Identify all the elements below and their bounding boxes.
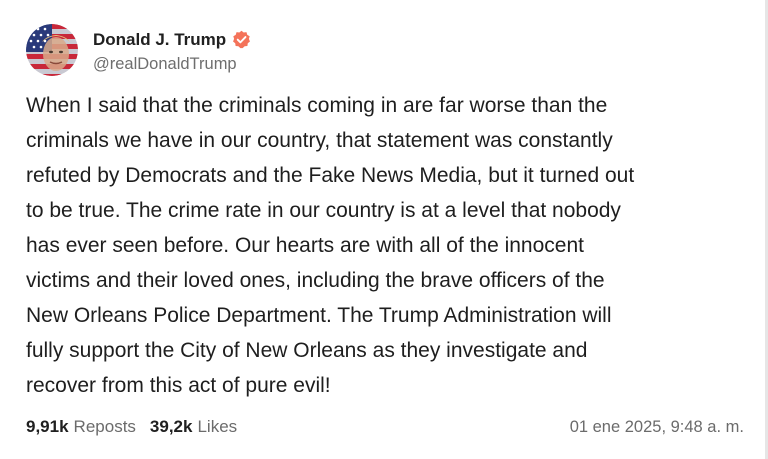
- author-display-name[interactable]: Donald J. Trump: [93, 30, 226, 50]
- post-footer: 9,91k Reposts 39,2k Likes 01 ene 2025, 9…: [26, 414, 746, 440]
- likes-stat[interactable]: 39,2k Likes: [150, 417, 237, 437]
- post-line: to be true. The crime rate in our countr…: [26, 199, 621, 222]
- post-card: Donald J. Trump @realDonaldTrump When I …: [0, 0, 768, 459]
- reposts-label: Reposts: [73, 417, 136, 436]
- likes-label: Likes: [197, 417, 238, 436]
- post-line: When I said that the criminals coming in…: [26, 94, 608, 117]
- author-info: Donald J. Trump @realDonaldTrump: [93, 27, 251, 74]
- post-line: fully support the City of New Orleans as…: [26, 339, 588, 362]
- reposts-stat[interactable]: 9,91k Reposts: [26, 417, 136, 437]
- likes-count: 39,2k: [149, 417, 193, 436]
- avatar[interactable]: [26, 24, 78, 76]
- post-timestamp[interactable]: 01 ene 2025, 9:48 a. m.: [570, 418, 746, 437]
- reposts-count: 9,91k: [26, 417, 69, 436]
- post-line: New Orleans Police Department. The Trump…: [26, 304, 612, 327]
- post-line: criminals we have in our country, that s…: [26, 129, 613, 152]
- post-body: When I said that the criminals coming in…: [26, 88, 746, 403]
- flag-portrait-avatar-icon: [26, 24, 78, 76]
- post-header: Donald J. Trump @realDonaldTrump: [26, 24, 251, 76]
- post-line: victims and their loved ones, including …: [26, 269, 605, 292]
- post-line: recover from this act of pure evil!: [26, 374, 331, 397]
- author-handle[interactable]: @realDonaldTrump: [93, 55, 251, 74]
- post-line: refuted by Democrats and the Fake News M…: [26, 164, 635, 187]
- post-line: has ever seen before. Our hearts are wit…: [26, 234, 584, 257]
- verified-badge-icon: [232, 30, 251, 49]
- name-row: Donald J. Trump: [93, 27, 251, 53]
